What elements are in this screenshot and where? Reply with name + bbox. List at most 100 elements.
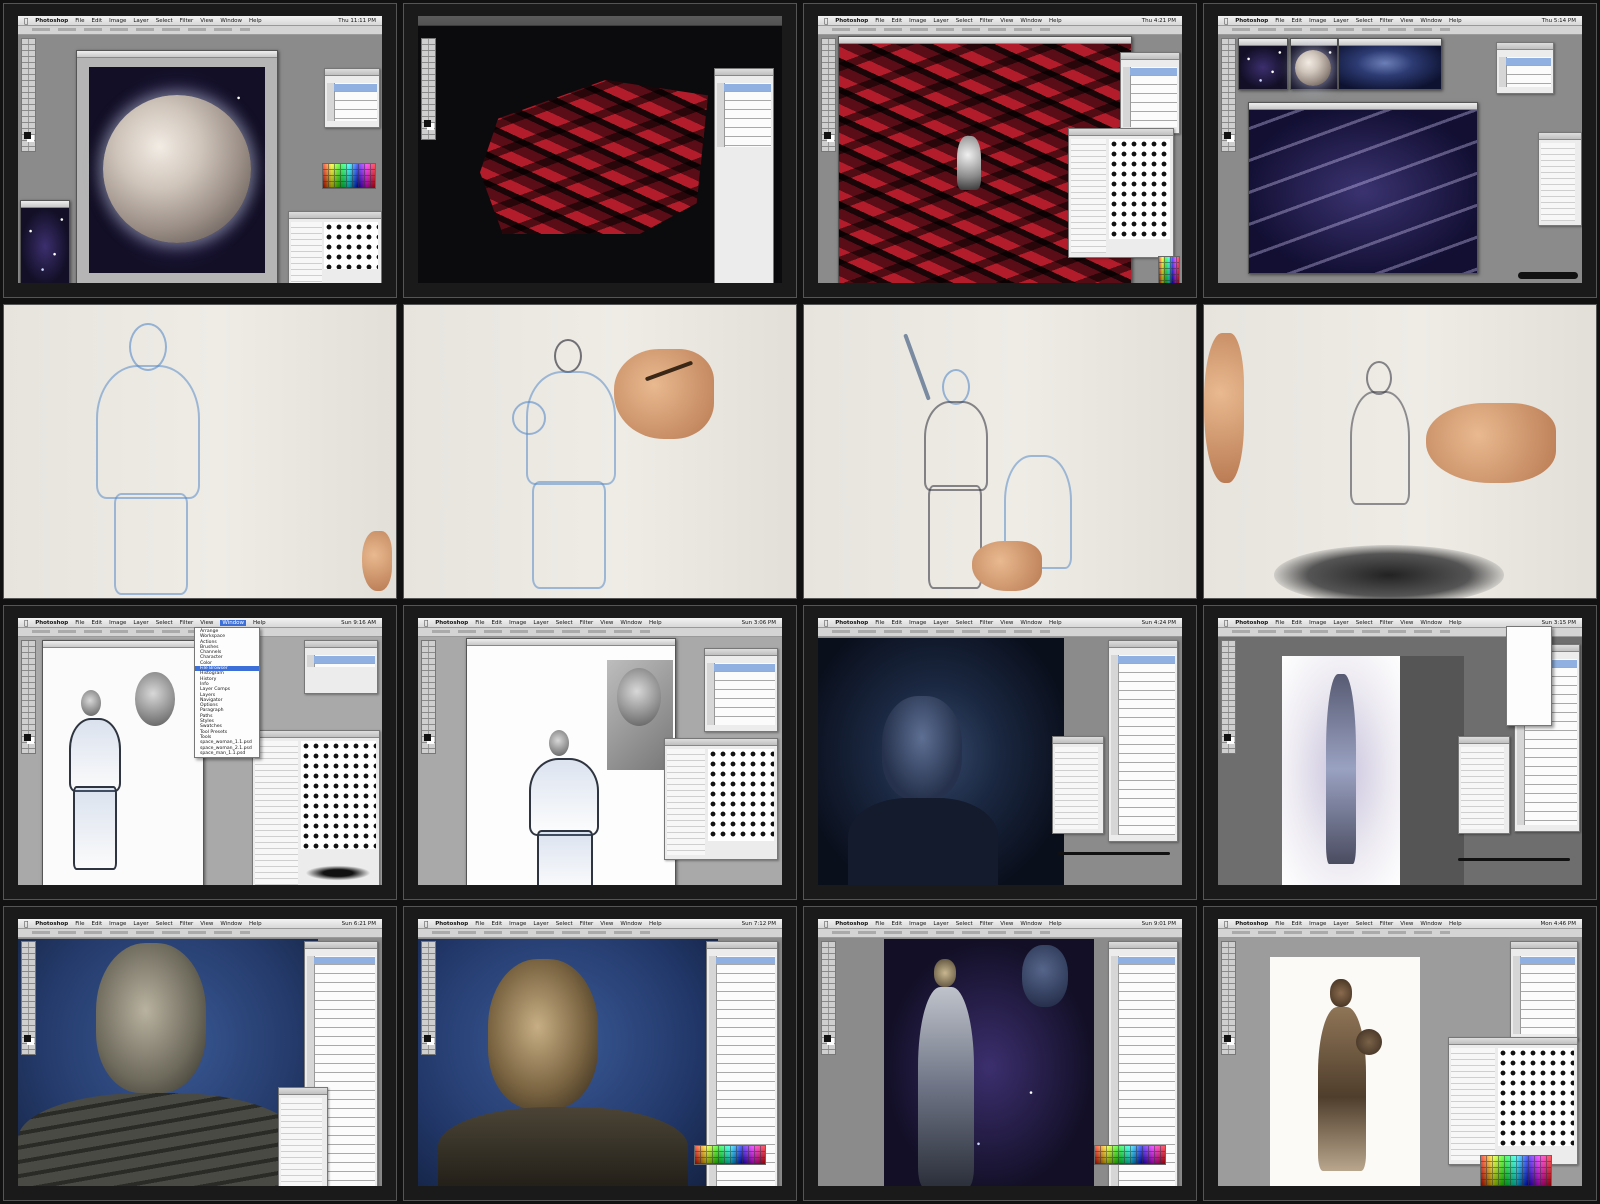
options-bar[interactable] (818, 929, 1182, 938)
menu-select[interactable]: Select (1356, 620, 1373, 626)
panel-tabs[interactable] (705, 649, 777, 656)
window-title-bar[interactable] (839, 37, 1131, 44)
menu-edit[interactable]: Edit (91, 620, 102, 626)
apple-icon[interactable]:  (24, 920, 28, 928)
menu-help[interactable]: Help (1449, 921, 1462, 927)
menu-edit[interactable]: Edit (1291, 18, 1302, 24)
menu-file[interactable]: File (1275, 18, 1284, 24)
menu-file[interactable]: File (75, 921, 84, 927)
swatches-panel[interactable] (1480, 1155, 1552, 1186)
menu-layer[interactable]: Layer (933, 18, 948, 24)
menu-image[interactable]: Image (909, 18, 926, 24)
selected-layer[interactable] (1506, 58, 1551, 65)
menu-app[interactable]: Photoshop (435, 921, 468, 927)
brush-options-list[interactable] (667, 749, 706, 855)
layers-panel[interactable] (1510, 941, 1578, 1041)
frame-15-astronaut-painting[interactable]:  Photoshop File Edit Image Layer Select… (803, 906, 1197, 1201)
document-window-nebula[interactable] (20, 200, 70, 283)
panel-tabs[interactable] (305, 641, 377, 648)
menu-layer[interactable]: Layer (1333, 18, 1348, 24)
menu-window[interactable]: Window (1420, 921, 1442, 927)
menu-file[interactable]: File (75, 620, 84, 626)
panel-menu-dropdown[interactable] (1506, 626, 1552, 726)
toolbox[interactable] (21, 640, 36, 754)
frame-11-dark-portrait[interactable]:  Photoshop File Edit Image Layer Select… (803, 605, 1197, 900)
canvas-nebula[interactable] (1239, 46, 1287, 89)
menu-app[interactable]: Photoshop (1235, 620, 1268, 626)
document-window-asteroids[interactable] (1248, 102, 1478, 274)
menu-window[interactable]: Window (220, 619, 247, 626)
brush-options-list[interactable] (291, 222, 323, 283)
options-bar[interactable] (18, 26, 382, 35)
panel-tabs[interactable] (305, 942, 377, 949)
menu-app[interactable]: Photoshop (35, 921, 68, 927)
panel-tabs[interactable] (1109, 942, 1177, 949)
menu-view[interactable]: View (1000, 620, 1013, 626)
panel-tabs[interactable] (1109, 641, 1177, 648)
swatches-panel[interactable] (1158, 256, 1180, 283)
panel-tabs[interactable] (1459, 737, 1509, 744)
apple-icon[interactable]:  (824, 920, 828, 928)
menu-filter[interactable]: Filter (180, 18, 194, 24)
menu-app[interactable]: Photoshop (835, 921, 868, 927)
menu-app[interactable]: Photoshop (1235, 921, 1268, 927)
brushes-panel[interactable] (1068, 128, 1174, 258)
menu-edit[interactable]: Edit (891, 18, 902, 24)
selected-layer[interactable] (314, 656, 375, 663)
menu-view[interactable]: View (1400, 18, 1413, 24)
frame-14-face-refined[interactable]:  Photoshop File Edit Image Layer Select… (403, 906, 797, 1201)
frame-9-window-menu[interactable]:  Photoshop File Edit Image Layer Select… (3, 605, 397, 900)
brush-options-list[interactable] (281, 1098, 323, 1186)
panel-tabs[interactable] (1449, 1038, 1577, 1045)
swatches-panel[interactable] (322, 163, 376, 189)
apple-icon[interactable]:  (824, 619, 828, 627)
menu-filter[interactable]: Filter (580, 921, 594, 927)
panel-tabs[interactable] (1053, 737, 1103, 744)
menu-edit[interactable]: Edit (891, 921, 902, 927)
menu-view[interactable]: View (600, 620, 613, 626)
layers-panel[interactable] (324, 68, 380, 128)
frame-7-sketch-woman[interactable] (803, 304, 1197, 599)
canvas-face-refined[interactable] (418, 939, 718, 1186)
layer-list[interactable] (717, 83, 771, 147)
menu-layer[interactable]: Layer (533, 620, 548, 626)
window-title-bar[interactable] (1249, 103, 1477, 110)
menu-window[interactable]: Window (620, 921, 642, 927)
window-title-bar[interactable] (43, 641, 203, 648)
toolbox[interactable] (1221, 38, 1236, 152)
document-window-nebula[interactable] (1238, 38, 1288, 90)
menu-select[interactable]: Select (956, 620, 973, 626)
menu-window[interactable]: Window (220, 921, 242, 927)
toolbox[interactable] (21, 38, 36, 152)
menu-view[interactable]: View (200, 18, 213, 24)
layers-panel[interactable] (714, 68, 774, 283)
brushes-panel[interactable] (1538, 132, 1582, 226)
menu-app[interactable]: Photoshop (1235, 18, 1268, 24)
menu-filter[interactable]: Filter (980, 921, 994, 927)
menu-filter[interactable]: Filter (180, 921, 194, 927)
apple-icon[interactable]:  (1224, 619, 1228, 627)
menu-image[interactable]: Image (509, 620, 526, 626)
swatches-panel[interactable] (1094, 1145, 1166, 1165)
frame-5-sketch-man[interactable] (3, 304, 397, 599)
selected-layer[interactable] (714, 664, 775, 671)
panel-tabs[interactable] (1497, 43, 1553, 50)
menu-file[interactable]: File (475, 620, 484, 626)
menu-image[interactable]: Image (109, 18, 126, 24)
window-title-bar[interactable] (1339, 39, 1441, 46)
menu-layer[interactable]: Layer (1333, 620, 1348, 626)
options-bar[interactable] (1218, 26, 1582, 35)
toolbox[interactable] (1221, 640, 1236, 754)
menu-select[interactable]: Select (156, 18, 173, 24)
layer-list[interactable] (707, 663, 775, 725)
brushes-panel[interactable] (252, 730, 380, 885)
selected-layer[interactable] (724, 84, 771, 91)
brush-options-list[interactable] (1461, 747, 1504, 829)
menu-view[interactable]: View (1400, 620, 1413, 626)
canvas-watercolor[interactable] (1282, 656, 1402, 885)
frame-16-sepia-woman[interactable]:  Photoshop File Edit Image Layer Select… (1203, 906, 1597, 1201)
menu-file[interactable]: File (875, 18, 884, 24)
brush-tips[interactable] (323, 222, 378, 269)
apple-icon[interactable]:  (424, 619, 428, 627)
brush-options-list[interactable] (1451, 1048, 1495, 1160)
